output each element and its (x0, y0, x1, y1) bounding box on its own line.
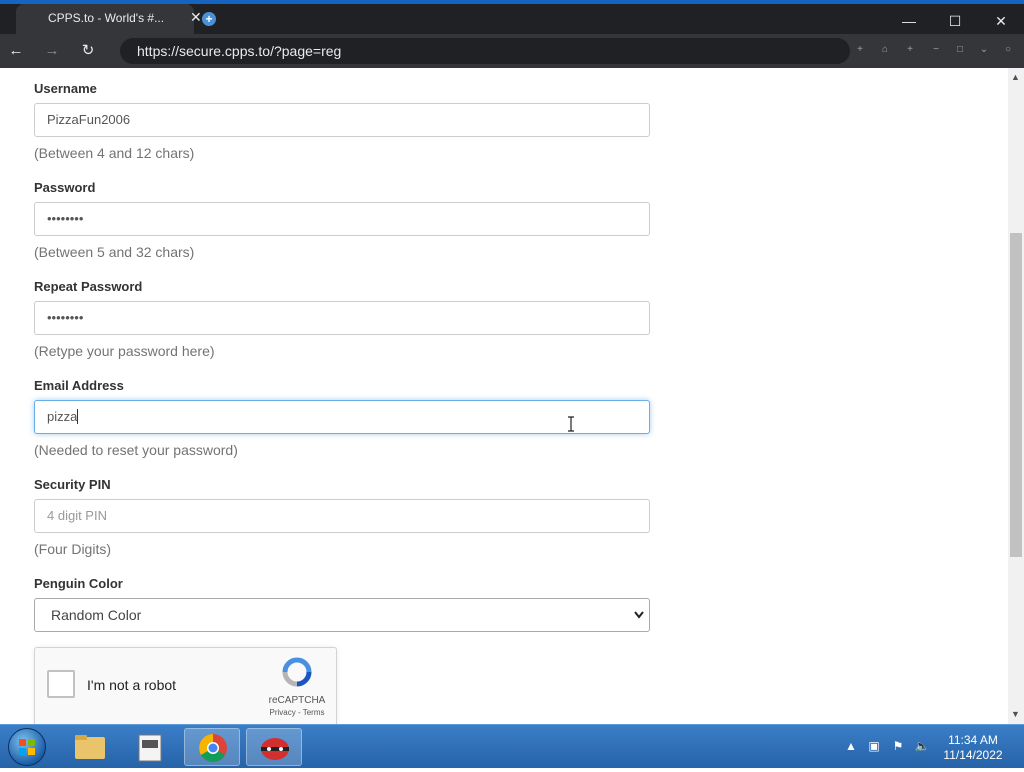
browser-chrome: CPPS.to - World's #... ✕ + — ☐ ✕ ← → ↻ h… (0, 4, 1024, 68)
recaptcha-logo-icon (282, 657, 312, 687)
zoom-out-icon[interactable]: − (928, 42, 944, 58)
start-button[interactable] (8, 728, 46, 766)
penguin-color-label: Penguin Color (34, 576, 123, 591)
email-input[interactable]: pizza (34, 400, 650, 434)
app-taskbar-item[interactable] (122, 728, 178, 766)
password-input[interactable]: •••••••• (34, 202, 650, 236)
home-icon[interactable]: ⌂ (877, 42, 893, 58)
menu-icon[interactable]: ○ (1000, 42, 1016, 58)
repeat-password-label: Repeat Password (34, 279, 143, 294)
folder-icon (75, 735, 105, 759)
username-input[interactable]: PizzaFun2006 (34, 103, 650, 137)
reload-icon[interactable]: ↻ (77, 40, 99, 62)
repeat-password-help: (Retype your password here) (34, 343, 215, 359)
scroll-up-icon[interactable]: ▲ (1011, 72, 1020, 82)
repeat-password-input[interactable]: •••••••• (34, 301, 650, 335)
recaptcha-checkbox[interactable] (47, 670, 75, 698)
chevron-down-icon (633, 599, 645, 643)
chrome-icon (199, 734, 227, 762)
document-app-icon (138, 734, 162, 762)
recaptcha-links[interactable]: Privacy - Terms (261, 708, 333, 717)
penguin-color-select[interactable]: Random Color (34, 598, 650, 632)
new-tab-icon[interactable]: + (202, 12, 216, 26)
url-text: https://secure.cpps.to/?page=reg (137, 43, 342, 59)
add-icon[interactable]: + (902, 42, 918, 58)
clock-date: 11/14/2022 (943, 748, 1003, 762)
pin-input[interactable]: 4 digit PIN (34, 499, 650, 533)
scroll-down-icon[interactable]: ▼ (1011, 709, 1020, 719)
system-clock[interactable]: 11:34 AM 11/14/2022 (936, 733, 1010, 763)
minimize-icon[interactable]: — (886, 8, 932, 34)
back-icon[interactable]: ← (5, 40, 27, 62)
extension-icon[interactable]: + (852, 42, 868, 58)
windows-taskbar: ▲ ▣ ⚑ 🔈 11:34 AM 11/14/2022 (0, 724, 1024, 768)
tab-title: CPPS.to - World's #... (48, 11, 165, 25)
dropdown-icon[interactable]: ⌄ (976, 42, 992, 58)
username-help: (Between 4 and 12 chars) (34, 145, 195, 161)
scrollbar-thumb[interactable] (1010, 233, 1022, 557)
address-bar[interactable]: https://secure.cpps.to/?page=reg (120, 38, 850, 64)
network-icon[interactable]: ▣ (866, 738, 882, 754)
window-icon[interactable]: □ (952, 42, 968, 58)
pin-label: Security PIN (34, 477, 111, 492)
game-taskbar-item[interactable] (246, 728, 302, 766)
pin-placeholder: 4 digit PIN (47, 508, 107, 523)
penguin-color-value: Random Color (51, 607, 142, 623)
email-value: pizza (47, 409, 78, 424)
recaptcha-brand: reCAPTCHA (268, 695, 326, 706)
forward-icon[interactable]: → (41, 40, 63, 62)
password-help: (Between 5 and 32 chars) (34, 244, 195, 260)
penguin-app-icon (261, 738, 289, 760)
recaptcha-widget: I'm not a robot reCAPTCHA Privacy - Term… (34, 647, 337, 724)
chrome-taskbar-item[interactable] (184, 728, 240, 766)
clock-time: 11:34 AM (948, 733, 998, 747)
pin-help: (Four Digits) (34, 541, 112, 557)
close-window-icon[interactable]: ✕ (978, 8, 1024, 34)
email-help: (Needed to reset your password) (34, 442, 238, 458)
email-label: Email Address (34, 378, 124, 393)
username-label: Username (34, 81, 97, 96)
maximize-icon[interactable]: ☐ (932, 8, 978, 34)
show-hidden-icons-icon[interactable]: ▲ (843, 738, 859, 754)
volume-icon[interactable]: 🔈 (914, 738, 930, 754)
windows-logo-icon (19, 739, 35, 755)
page-scrollbar[interactable]: ▲ ▼ (1008, 68, 1024, 724)
text-cursor-icon (568, 416, 574, 432)
browser-tab[interactable]: CPPS.to - World's #... ✕ (16, 4, 202, 34)
text-caret (77, 409, 79, 424)
password-label: Password (34, 180, 96, 195)
registration-page: Username PizzaFun2006 (Between 4 and 12 … (0, 68, 1008, 724)
browser-toolbar: ← → ↻ https://secure.cpps.to/?page=reg +… (0, 34, 1024, 68)
action-center-icon[interactable]: ⚑ (890, 738, 906, 754)
file-explorer-taskbar-item[interactable] (62, 728, 118, 766)
recaptcha-label: I'm not a robot (87, 677, 177, 693)
tab-close-icon[interactable]: ✕ (190, 10, 202, 24)
